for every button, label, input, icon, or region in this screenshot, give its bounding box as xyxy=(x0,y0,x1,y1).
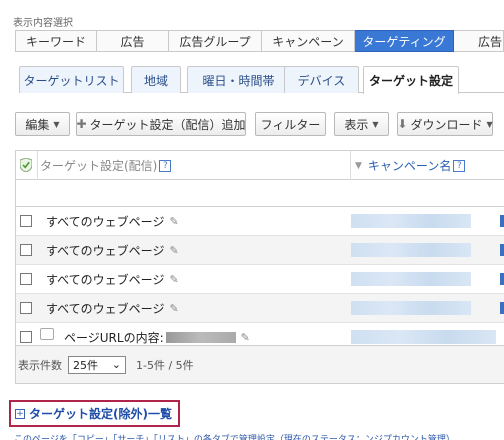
display-button[interactable]: 表示 ▼ xyxy=(334,112,389,136)
caret-down-icon: ▼ xyxy=(372,119,379,129)
campaign-link-edge[interactable] xyxy=(500,215,504,227)
filter-button[interactable]: フィルター xyxy=(255,112,326,136)
caret-down-icon: ▼ xyxy=(486,119,493,129)
column-header-target[interactable]: ターゲット設定(配信) ? xyxy=(37,151,350,180)
pencil-icon[interactable]: ✎ xyxy=(169,244,178,257)
url-redacted xyxy=(165,331,236,343)
table-row: すべてのウェブページ ✎ xyxy=(16,236,504,265)
target-table: ターゲット設定(配信) ? ▼ キャンペーン名 ? すべてのウェブページ ✎ すべ… xyxy=(15,150,504,352)
row-checkbox[interactable] xyxy=(20,273,32,285)
target-name[interactable]: すべてのウェブページ xyxy=(46,242,164,259)
edit-label: 編集 xyxy=(25,117,50,132)
table-row: すべてのウェブページ ✎ xyxy=(16,294,504,323)
pencil-icon[interactable]: ✎ xyxy=(169,215,178,228)
sort-icon: ▼ xyxy=(355,160,362,171)
subtab-region[interactable]: 地域 xyxy=(131,66,181,93)
column-campaign-label: キャンペーン名 xyxy=(367,159,452,173)
download-label: ダウンロード xyxy=(410,117,483,132)
chevron-down-icon: ⌄ xyxy=(111,358,121,371)
footer-note[interactable]: このページを「コピー」「サーチ」「リスト」の各タブで管理設定（現在のステータス：… xyxy=(14,432,455,440)
filter-row xyxy=(16,180,504,207)
subtab-device[interactable]: デバイス xyxy=(284,66,359,93)
target-name[interactable]: すべてのウェブページ xyxy=(46,213,164,230)
download-button[interactable]: ⬇ ダウンロード ▼ xyxy=(397,112,493,136)
sub-tabs: ターゲットリスト 地域 曜日・時間帯 デバイス ターゲット設定 xyxy=(19,66,504,94)
campaign-name-redacted[interactable] xyxy=(351,214,471,228)
subtab-day-time[interactable]: 曜日・時間帯 xyxy=(187,66,290,93)
campaign-name-redacted[interactable] xyxy=(351,301,471,315)
per-page-value: 25件 xyxy=(73,358,98,372)
row-checkbox[interactable] xyxy=(20,215,32,227)
target-name[interactable]: すべてのウェブページ xyxy=(46,271,164,288)
edit-button[interactable]: 編集 ▼ xyxy=(15,112,70,136)
subtab-target-list[interactable]: ターゲットリスト xyxy=(19,66,124,93)
row-checkbox[interactable] xyxy=(20,244,32,256)
campaign-link-edge[interactable] xyxy=(500,273,504,285)
table-row: すべてのウェブページ ✎ xyxy=(16,265,504,294)
checkmark-shield-icon[interactable] xyxy=(20,158,32,172)
caret-down-icon: ▼ xyxy=(53,119,60,129)
campaign-link-edge[interactable] xyxy=(500,244,504,256)
table-header: ターゲット設定(配信) ? ▼ キャンペーン名 ? xyxy=(16,151,504,180)
top-tabs: キーワード 広告 広告グループ キャンペーン ターゲティング 広告 xyxy=(15,30,504,52)
subtab-target-settings[interactable]: ターゲット設定 xyxy=(363,66,459,94)
campaign-name-redacted[interactable] xyxy=(351,243,471,257)
campaign-link-edge[interactable] xyxy=(500,302,504,314)
campaign-name-redacted[interactable] xyxy=(351,330,496,344)
pager: 表示件数 25件 ⌄ 1-5件 / 5件 xyxy=(15,346,504,384)
add-target-label: ターゲット設定（配信）追加 xyxy=(89,117,246,132)
toolbar: 編集 ▼ ✚ ターゲット設定（配信）追加 フィルター 表示 ▼ ⬇ ダウンロード ▼ xyxy=(0,112,504,136)
row-checkbox[interactable] xyxy=(20,331,32,343)
campaign-name-redacted[interactable] xyxy=(351,272,471,286)
tab-campaign[interactable]: キャンペーン xyxy=(262,30,355,52)
tab-ad[interactable]: 広告 xyxy=(97,30,169,52)
per-page-label: 表示件数 xyxy=(18,358,62,372)
comment-icon[interactable] xyxy=(40,328,54,340)
pencil-icon[interactable]: ✎ xyxy=(169,273,178,286)
tab-ad-extra[interactable]: 広告 xyxy=(454,30,504,52)
target-name[interactable]: すべてのウェブページ xyxy=(46,300,164,317)
table-row: すべてのウェブページ ✎ xyxy=(16,207,504,236)
tab-keyword[interactable]: キーワード xyxy=(15,30,97,52)
section-label: 表示内容選択 xyxy=(13,18,73,29)
row-checkbox[interactable] xyxy=(20,302,32,314)
pencil-icon[interactable]: ✎ xyxy=(241,331,250,344)
download-icon: ⬇ xyxy=(397,117,408,131)
plus-icon: ✚ xyxy=(76,117,87,131)
expand-icon[interactable]: + xyxy=(15,408,25,419)
display-label: 表示 xyxy=(344,117,369,132)
target-name[interactable]: ページURLの内容: xyxy=(64,329,164,346)
help-icon[interactable]: ? xyxy=(453,159,466,172)
per-page-select[interactable]: 25件 ⌄ xyxy=(68,355,126,374)
add-target-button[interactable]: ✚ ターゲット設定（配信）追加 xyxy=(76,112,246,136)
tab-ad-group[interactable]: 広告グループ xyxy=(169,30,262,52)
pencil-icon[interactable]: ✎ xyxy=(169,302,178,315)
tab-targeting[interactable]: ターゲティング xyxy=(355,30,454,52)
page-range: 1-5件 / 5件 xyxy=(136,358,194,372)
exclusion-list-link[interactable]: ターゲット設定(除外)一覧 xyxy=(29,405,172,422)
column-header-campaign[interactable]: ▼ キャンペーン名 ? xyxy=(350,151,504,180)
help-icon[interactable]: ? xyxy=(159,159,172,172)
exclusion-list-highlight: + ターゲット設定(除外)一覧 xyxy=(9,400,180,427)
column-target-label: ターゲット設定(配信) xyxy=(40,159,158,173)
